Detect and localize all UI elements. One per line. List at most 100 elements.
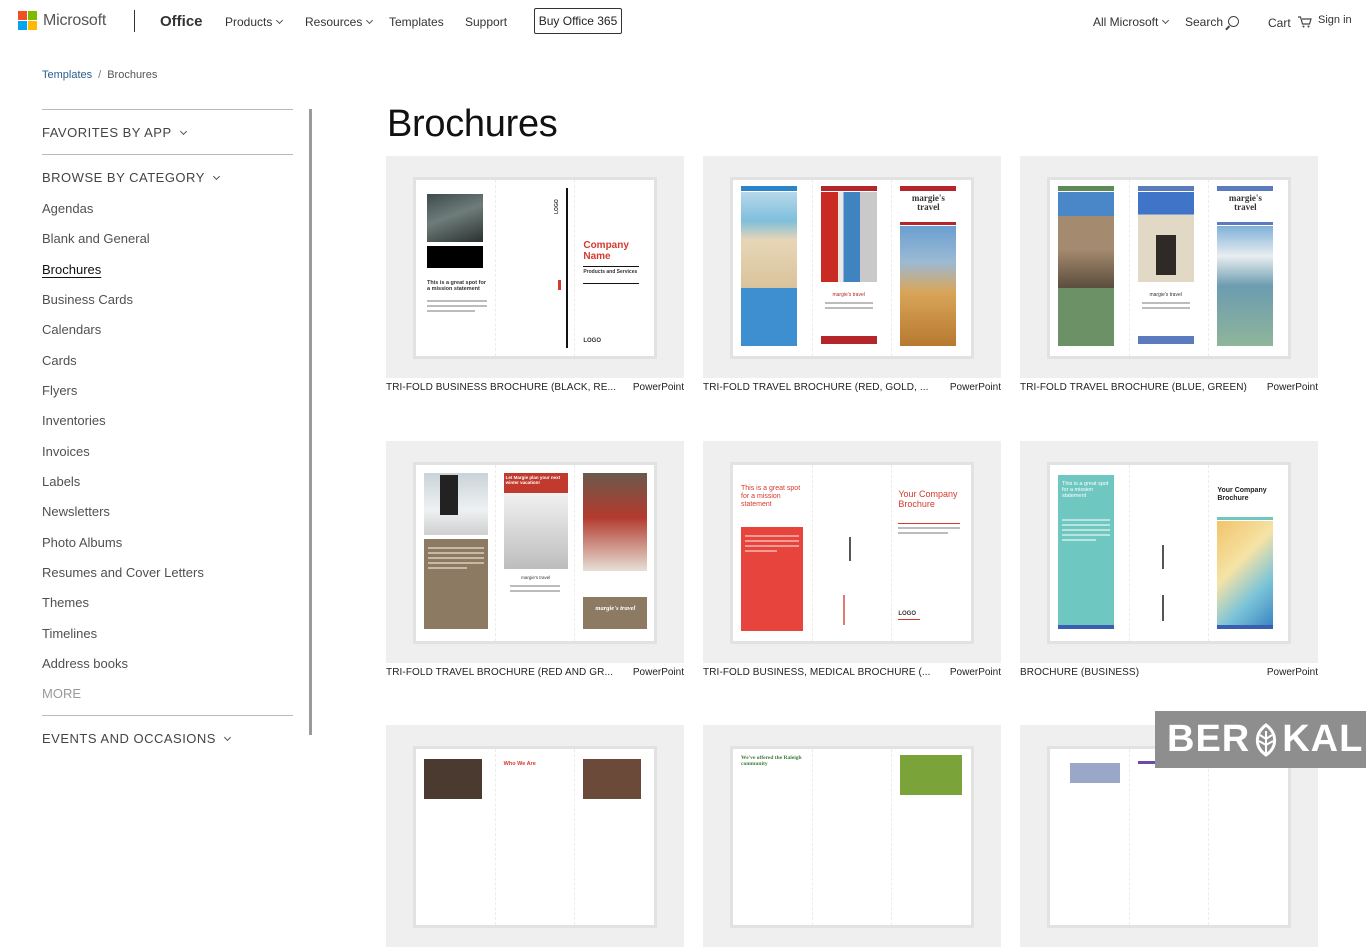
sidebar-item-agendas[interactable]: Agendas (42, 201, 93, 216)
brochure-panel: LOGO (496, 180, 576, 356)
template-thumbnail[interactable]: Let Margie plan your next winter vacatio… (386, 441, 684, 663)
template-card[interactable]: We've offered the Raleigh community (703, 725, 1001, 947)
template-card[interactable]: This is a great spot for a mission state… (386, 156, 684, 393)
leaf-icon (1256, 722, 1277, 757)
sidebar-item-invoices[interactable]: Invoices (42, 444, 90, 459)
template-title[interactable]: TRI-FOLD TRAVEL BROCHURE (RED AND GR... (386, 667, 613, 678)
template-thumbnail[interactable]: margie's travel margie's travel (1020, 156, 1318, 378)
browse-label: BROWSE BY CATEGORY (42, 170, 205, 185)
beach-photo (741, 192, 797, 288)
template-title[interactable]: BROCHURE (BUSINESS) (1020, 667, 1139, 678)
brochure-panel: Your Company Brochure LOGO (892, 465, 971, 641)
template-card[interactable]: Who We Are (386, 725, 684, 947)
sign-in-link[interactable]: Sign in (1318, 14, 1352, 26)
watermark-text: BER (1167, 718, 1251, 760)
template-thumbnail[interactable]: This is a great spot for a mission state… (1020, 441, 1318, 663)
template-app: PowerPoint (949, 667, 1001, 678)
text-lines (898, 527, 961, 537)
nav-support-label: Support (465, 15, 508, 29)
color-band (741, 186, 797, 191)
company-brochure-text: Your Company Brochure (898, 489, 958, 509)
brochure-panel (1050, 749, 1130, 925)
text-lines (428, 547, 484, 572)
sidebar-divider (42, 715, 293, 716)
sidebar-item-resumes[interactable]: Resumes and Cover Letters (42, 565, 204, 580)
sidebar-item-themes[interactable]: Themes (42, 595, 89, 610)
buy-office-button[interactable]: Buy Office 365 (534, 8, 622, 34)
nav-support[interactable]: Support (465, 15, 507, 29)
headline-text: Let Margie plan your next winter vacatio… (505, 475, 561, 485)
chevron-down-icon (1162, 16, 1170, 25)
cart-button[interactable]: Cart (1268, 15, 1312, 30)
sidebar-item-labels[interactable]: Labels (42, 474, 80, 489)
header-divider (134, 10, 135, 32)
sidebar-item-flyers[interactable]: Flyers (42, 383, 77, 398)
favorites-by-app-toggle[interactable]: FAVORITES BY APP (42, 125, 187, 140)
sidebar-item-cards[interactable]: Cards (42, 353, 77, 368)
template-thumbnail[interactable]: This is a great spot for a mission state… (386, 156, 684, 378)
brochure-preview: This is a great spot for a mission state… (416, 180, 654, 356)
brochure-panel (813, 465, 893, 641)
template-card[interactable]: This is a great spot for a mission state… (703, 441, 1001, 678)
sidebar-item-brochures[interactable]: Brochures (42, 262, 101, 277)
brochure-preview: We've offered the Raleigh community (733, 749, 971, 925)
nav-resources[interactable]: Resources (305, 15, 374, 29)
template-thumbnail[interactable]: This is a great spot for a mission state… (703, 441, 1001, 663)
template-card[interactable]: This is a great spot for a mission state… (1020, 441, 1318, 678)
search-label: Search (1185, 15, 1224, 29)
brand-text: margie's travel (521, 575, 551, 580)
template-card[interactable]: Let Margie plan your next winter vacatio… (386, 441, 684, 678)
nav-templates[interactable]: Templates (389, 15, 444, 29)
brown-panel (583, 597, 648, 629)
sidebar-item-newsletters[interactable]: Newsletters (42, 504, 110, 519)
breadcrumb-templates[interactable]: Templates (42, 69, 92, 81)
text-lines (509, 585, 560, 595)
brochure-panel (416, 749, 496, 925)
template-thumbnail[interactable]: Who We Are (386, 725, 684, 947)
microsoft-logo[interactable]: Microsoft (18, 11, 106, 30)
template-card[interactable]: margie's travel margie's travel TRI-FOLD… (703, 156, 1001, 393)
rule (583, 266, 640, 267)
sidebar-scrollbar[interactable] (309, 109, 312, 735)
brochure-panel: We've offered the Raleigh community (733, 749, 813, 925)
office-link[interactable]: Office (160, 13, 203, 30)
template-card[interactable]: margie's travel margie's travel TRI-FOLD… (1020, 156, 1318, 393)
brochure-panel: This is a great spot for a mission state… (733, 465, 813, 641)
events-and-occasions-toggle[interactable]: EVENTS AND OCCASIONS (42, 731, 232, 746)
sidebar-item-timelines[interactable]: Timelines (42, 626, 97, 641)
breadcrumb-separator: / (98, 69, 102, 81)
sidebar-item-photo-albums[interactable]: Photo Albums (42, 535, 122, 550)
chevron-down-icon (276, 16, 284, 25)
color-band (1217, 625, 1274, 629)
microsoft-wordmark: Microsoft (43, 11, 107, 29)
products-text: Products and Services (583, 269, 638, 275)
sidebar-item-inventories[interactable]: Inventories (42, 413, 106, 428)
template-title[interactable]: TRI-FOLD TRAVEL BROCHURE (BLUE, GREEN) (1020, 382, 1247, 393)
sidebar-more-link[interactable]: MORE (42, 686, 81, 701)
chevron-down-icon (223, 733, 232, 742)
sidebar-item-business-cards[interactable]: Business Cards (42, 292, 133, 307)
browse-by-category-toggle[interactable]: BROWSE BY CATEGORY (42, 170, 220, 185)
color-band (900, 186, 957, 191)
sidebar-item-blank-and-general[interactable]: Blank and General (42, 231, 150, 246)
template-title[interactable]: TRI-FOLD BUSINESS, MEDICAL BROCHURE (... (703, 667, 931, 678)
address-lines (842, 595, 845, 625)
door-shape (1155, 235, 1176, 275)
mission-text: This is a great spot for a mission state… (1062, 481, 1109, 499)
color-band (1137, 336, 1194, 344)
brochure-preview: This is a great spot for a mission state… (733, 465, 971, 641)
nav-products[interactable]: Products (225, 15, 284, 29)
search-button[interactable]: Search (1185, 15, 1240, 29)
template-title[interactable]: TRI-FOLD BUSINESS BROCHURE (BLACK, RE... (386, 382, 616, 393)
nav-templates-label: Templates (389, 15, 444, 29)
template-thumbnail[interactable]: margie's travel margie's travel (703, 156, 1001, 378)
template-app: PowerPoint (632, 382, 684, 393)
all-microsoft-menu[interactable]: All Microsoft (1093, 15, 1170, 29)
brochure-panel (892, 749, 971, 925)
template-thumbnail[interactable]: We've offered the Raleigh community (703, 725, 1001, 947)
sidebar-item-calendars[interactable]: Calendars (42, 322, 101, 337)
brochure-panel (1209, 749, 1288, 925)
brochure-preview: Who We Are (416, 749, 654, 925)
sidebar-item-address-books[interactable]: Address books (42, 656, 128, 671)
template-title[interactable]: TRI-FOLD TRAVEL BROCHURE (RED, GOLD, ... (703, 382, 929, 393)
